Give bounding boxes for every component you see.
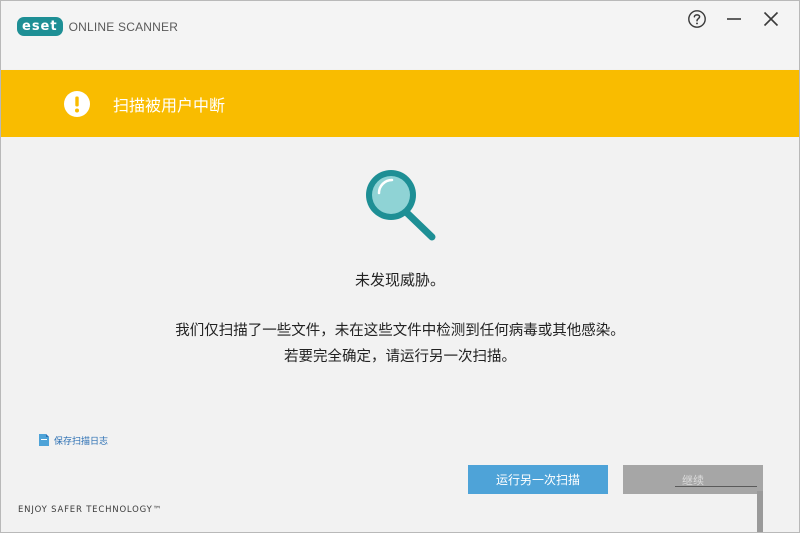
close-icon (763, 11, 779, 27)
continue-underline (675, 486, 757, 487)
close-button[interactable] (758, 7, 784, 31)
run-another-scan-label: 运行另一次扫描 (495, 473, 580, 487)
result-description-line1: 我们仅扫描了一些文件，未在这些文件中检测到任何病毒或其他感染。 (175, 323, 625, 339)
save-scan-log-link[interactable]: 保存扫描日志 (38, 433, 108, 447)
save-scan-log-label: 保存扫描日志 (54, 436, 109, 447)
logo-badge: eset (17, 17, 63, 36)
logo-text: ONLINE SCANNER (68, 19, 179, 34)
save-document-icon (39, 434, 49, 446)
help-button[interactable] (684, 7, 710, 31)
minimize-icon (727, 18, 741, 20)
footer-tagline: ENJOY SAFER TECHNOLOGY™ (18, 505, 162, 515)
help-icon (688, 10, 706, 28)
status-banner: 扫描被用户中断 (1, 70, 799, 137)
run-another-scan-button[interactable]: 运行另一次扫描 (468, 465, 608, 494)
continue-button[interactable]: 继续 (623, 465, 763, 494)
no-threat-heading: 未发现威胁。 (354, 271, 445, 289)
banner-message: 扫描被用户中断 (113, 95, 226, 115)
warning-icon (63, 90, 91, 118)
eset-logo: eset ONLINE SCANNER (17, 17, 178, 36)
magnifier-icon (361, 165, 441, 245)
app-window: eset ONLINE SCANNER 扫描被用户中断 未发现威胁。 我们仅扫描… (0, 0, 800, 533)
result-description-line2: 若要完全确定，请运行另一次扫描。 (284, 349, 516, 365)
title-bar: eset ONLINE SCANNER (1, 1, 799, 69)
side-divider (757, 491, 763, 532)
minimize-button[interactable] (721, 7, 747, 31)
